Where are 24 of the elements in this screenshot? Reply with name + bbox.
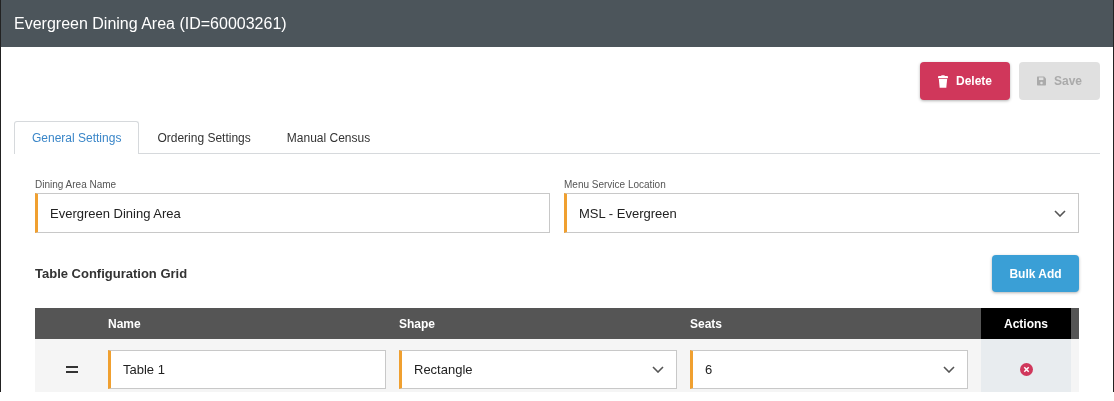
field-label: Menu Service Location (564, 179, 667, 190)
tab[interactable]: General Settings (14, 121, 140, 154)
chevron-down-icon (652, 365, 664, 373)
field-label: Dining Area Name (35, 179, 118, 190)
trash-icon (938, 73, 948, 89)
chevron-down-icon (943, 365, 955, 373)
drag-handle-icon (65, 365, 78, 373)
column-header: Shape (399, 316, 436, 331)
remove-button[interactable] (1019, 362, 1033, 376)
dropdown-field[interactable]: Rectangle (399, 349, 677, 389)
column-header: Seats (690, 316, 724, 331)
dropdown-field[interactable]: MSL - Evergreen (564, 193, 1079, 233)
window-title: Evergreen Dining Area (ID=60003261) (14, 14, 287, 33)
close-icon (1019, 362, 1033, 376)
column-header: Name (108, 316, 142, 331)
text-field[interactable]: Evergreen Dining Area (35, 193, 550, 233)
text-field[interactable]: Table 1 (108, 349, 386, 389)
tab[interactable]: Manual Census (268, 121, 389, 154)
chevron-down-icon (1054, 209, 1066, 217)
tab[interactable]: Ordering Settings (139, 121, 269, 154)
section-heading: Table Configuration Grid (35, 266, 188, 281)
delete-button[interactable]: Delete (920, 62, 1010, 100)
column-header: Actions (981, 308, 1071, 339)
dropdown-field[interactable]: 6 (690, 349, 968, 389)
